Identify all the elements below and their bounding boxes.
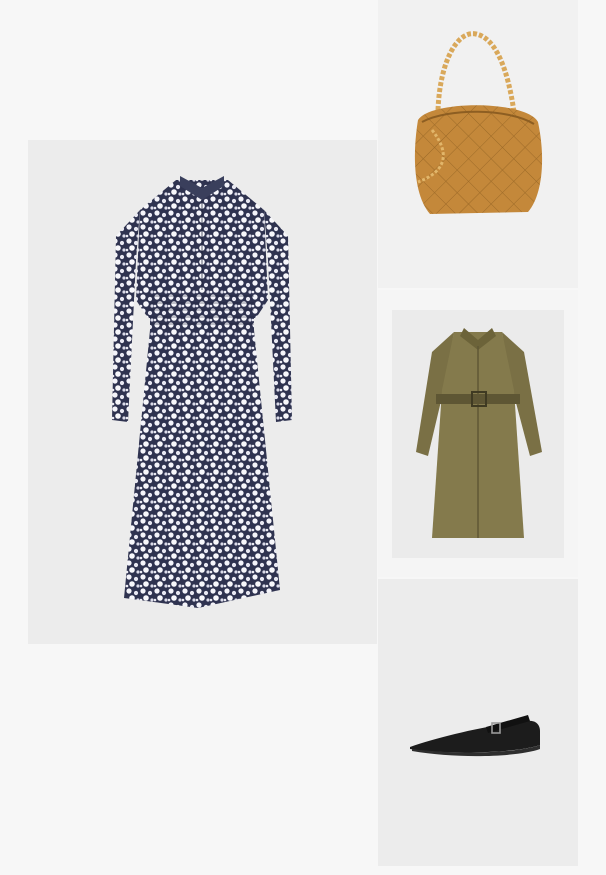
bag-product-tile[interactable]: [378, 0, 578, 288]
shoe-product-tile[interactable]: [378, 579, 578, 866]
quilted-shoulder-bag-image: [414, 31, 543, 214]
dress-product-tile[interactable]: [28, 140, 377, 644]
black-mary-jane-flat-image: [410, 715, 540, 757]
floral-shirt-dress-image: [112, 176, 292, 608]
coat-product-tile[interactable]: [392, 310, 564, 558]
belted-trench-coat-image: [416, 328, 542, 538]
